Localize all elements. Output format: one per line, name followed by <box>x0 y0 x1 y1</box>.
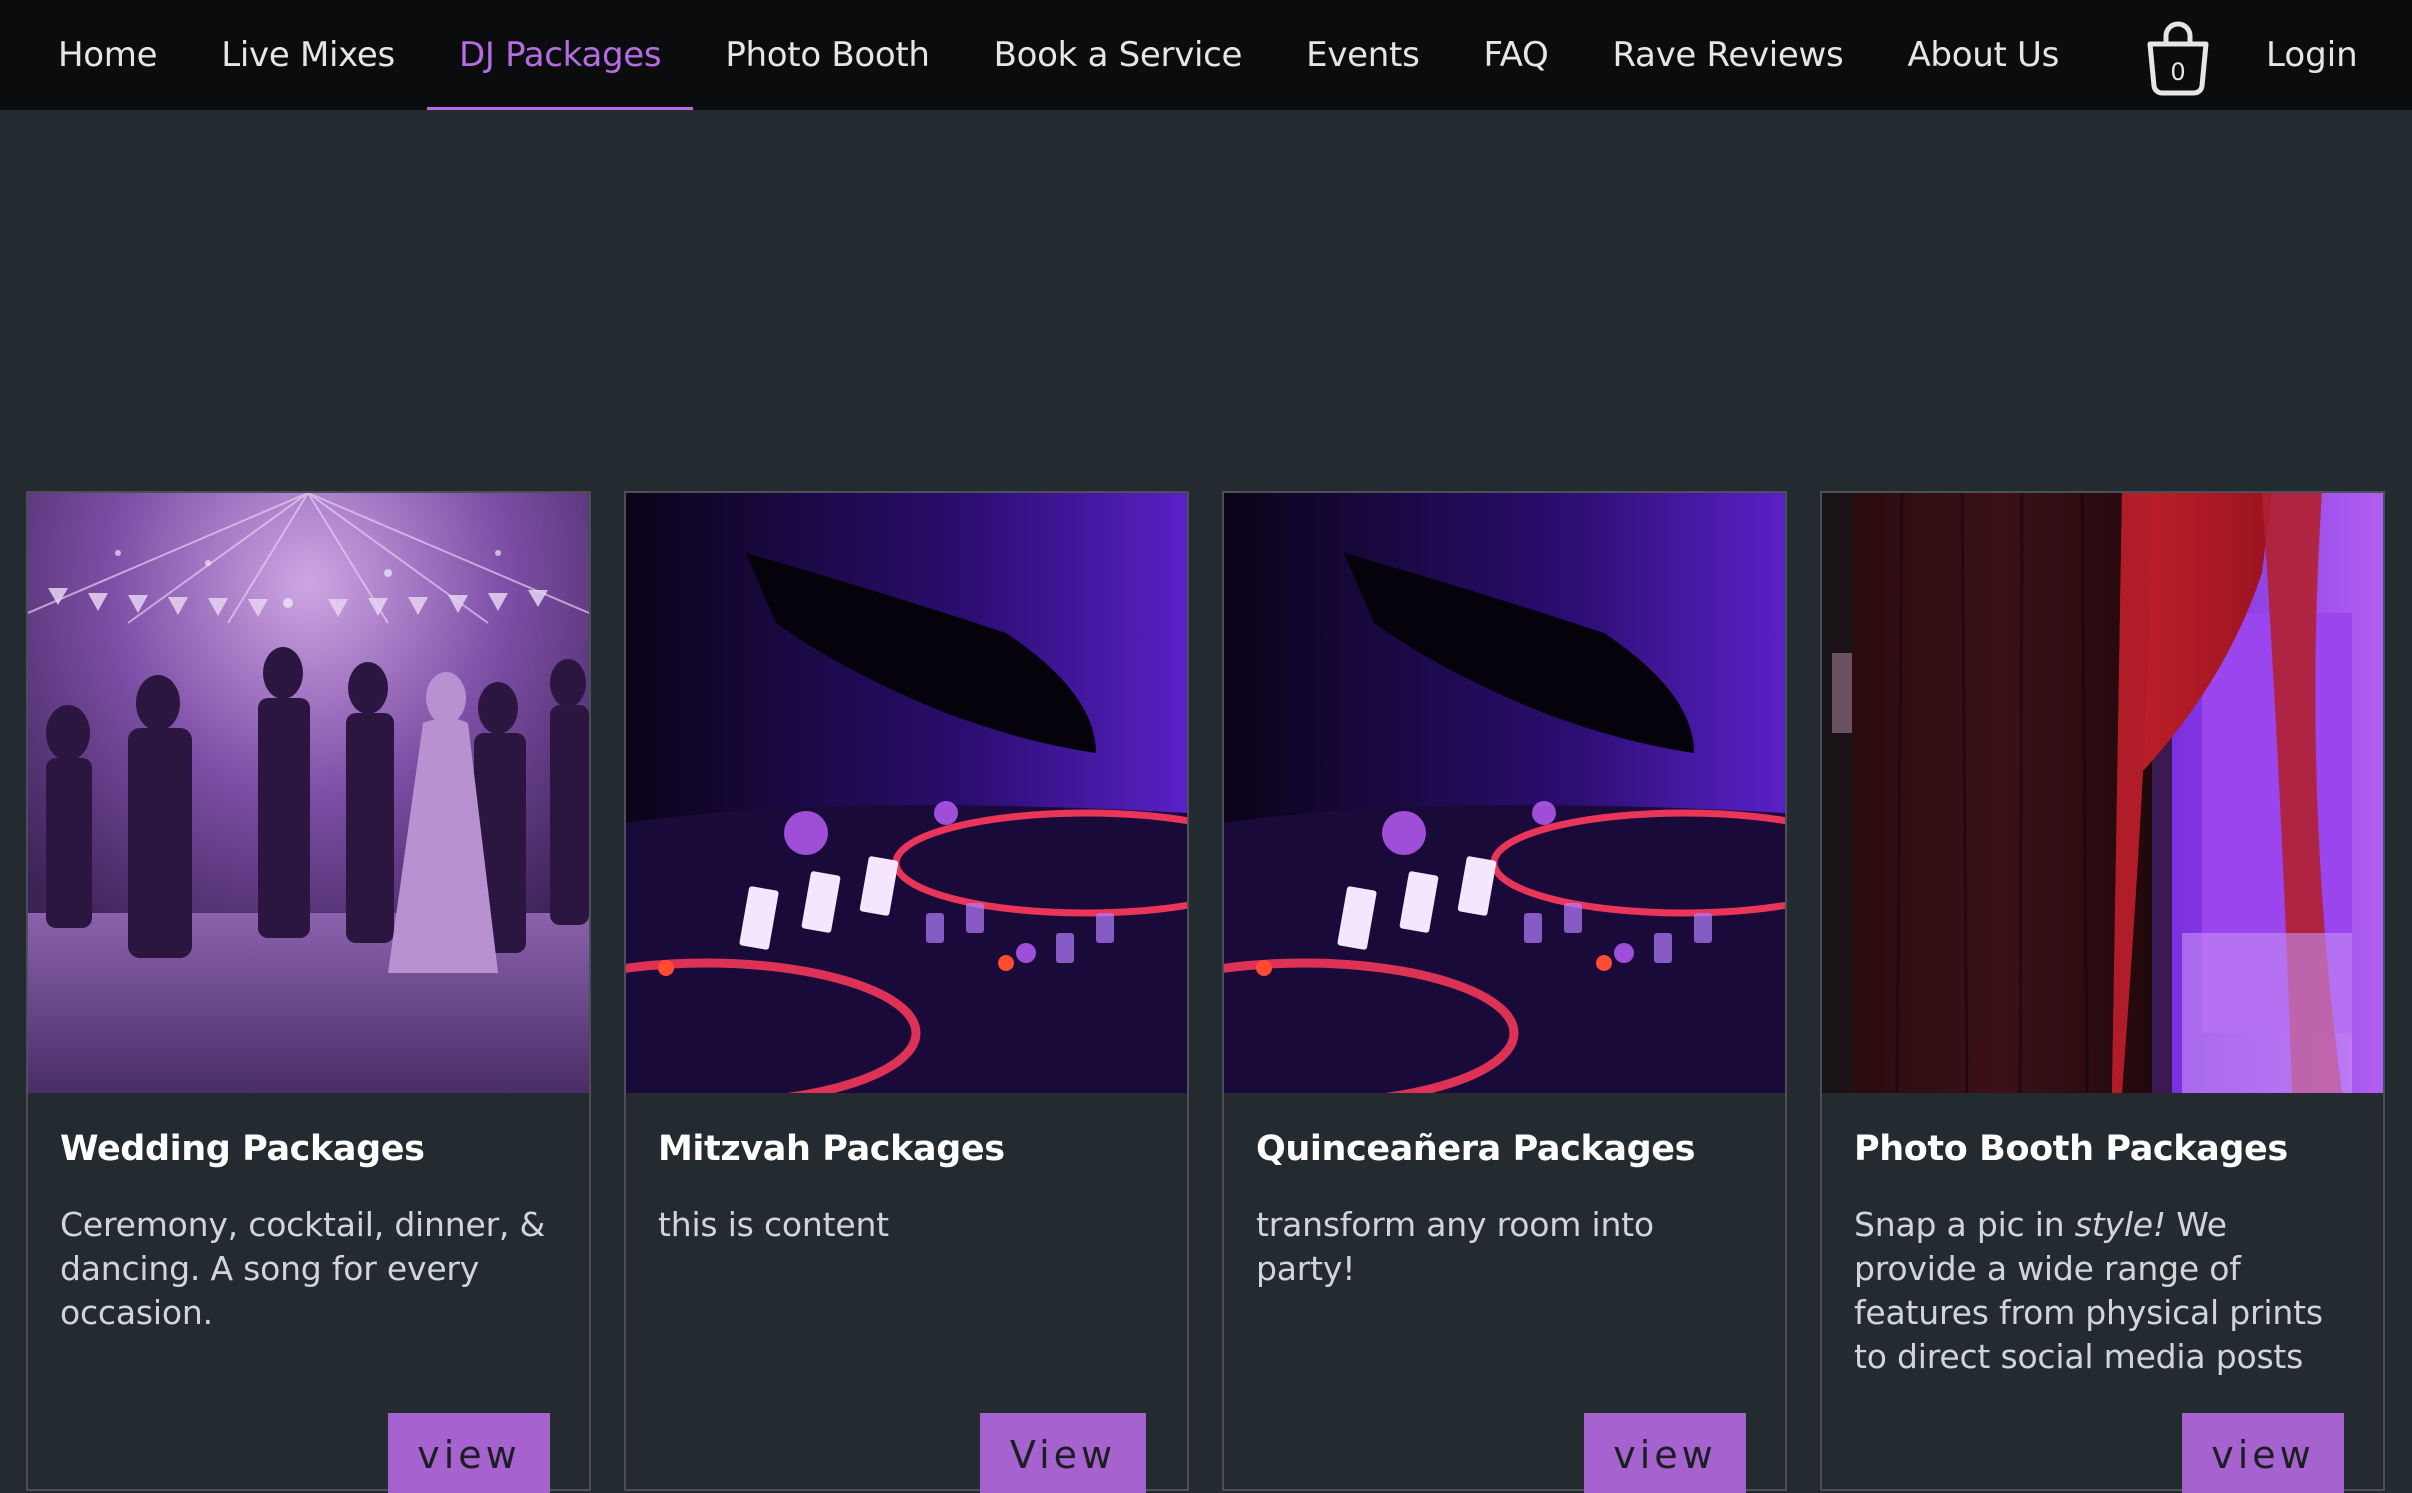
card-title: Wedding Packages <box>60 1129 425 1169</box>
card-description: Ceremony, cocktail, dinner, & dancing. A… <box>60 1205 546 1332</box>
nav-item-dj-packages[interactable]: DJ Packages <box>426 0 694 110</box>
dj-mixer-photo <box>626 493 1187 1093</box>
nav-item-photo-booth[interactable]: Photo Booth <box>693 0 961 110</box>
wedding-dance-photo <box>28 493 589 1093</box>
card-title: Mitzvah Packages <box>658 1129 1005 1169</box>
description-emphasis: style! <box>2074 1205 2166 1244</box>
login-link[interactable]: Login <box>2266 0 2358 110</box>
view-button[interactable]: view <box>388 1413 550 1493</box>
nav-item-book-a-service[interactable]: Book a Service <box>962 0 1275 110</box>
description-text: Snap a pic in <box>1854 1205 2075 1244</box>
card-title: Photo Booth Packages <box>1854 1129 2288 1169</box>
package-card-wedding: Wedding Packages Ceremony, cocktail, din… <box>26 491 591 1493</box>
view-button[interactable]: view <box>2182 1413 2344 1493</box>
card-description: transform any room into party! <box>1256 1205 1654 1288</box>
nav-item-faq[interactable]: FAQ <box>1452 0 1581 110</box>
cart-button[interactable]: 0 <box>2142 14 2214 98</box>
dj-mixer-photo <box>1224 493 1785 1093</box>
card-description: Snap a pic in style! We provide a wide r… <box>1854 1203 2354 1379</box>
nav-item-events[interactable]: Events <box>1274 0 1451 110</box>
card-title: Quinceañera Packages <box>1256 1129 1696 1169</box>
photo-booth-curtain-photo <box>1822 493 2383 1093</box>
nav-links: Home Live Mixes DJ Packages Photo Booth … <box>0 0 2091 110</box>
view-button[interactable]: View <box>980 1413 1146 1493</box>
nav-item-home[interactable]: Home <box>26 0 189 110</box>
package-card-mitzvah: Mitzvah Packages this is content View <box>624 491 1189 1493</box>
nav-item-live-mixes[interactable]: Live Mixes <box>189 0 427 110</box>
cart-count: 0 <box>2170 58 2186 86</box>
card-description: this is content <box>658 1205 889 1244</box>
top-navigation: Home Live Mixes DJ Packages Photo Booth … <box>0 0 2412 110</box>
package-card-photo-booth: Photo Booth Packages Snap a pic in style… <box>1820 491 2385 1493</box>
nav-item-about-us[interactable]: About Us <box>1875 0 2091 110</box>
view-button[interactable]: view <box>1584 1413 1746 1493</box>
package-card-quinceanera: Quinceañera Packages transform any room … <box>1222 491 1787 1493</box>
nav-item-rave-reviews[interactable]: Rave Reviews <box>1580 0 1875 110</box>
